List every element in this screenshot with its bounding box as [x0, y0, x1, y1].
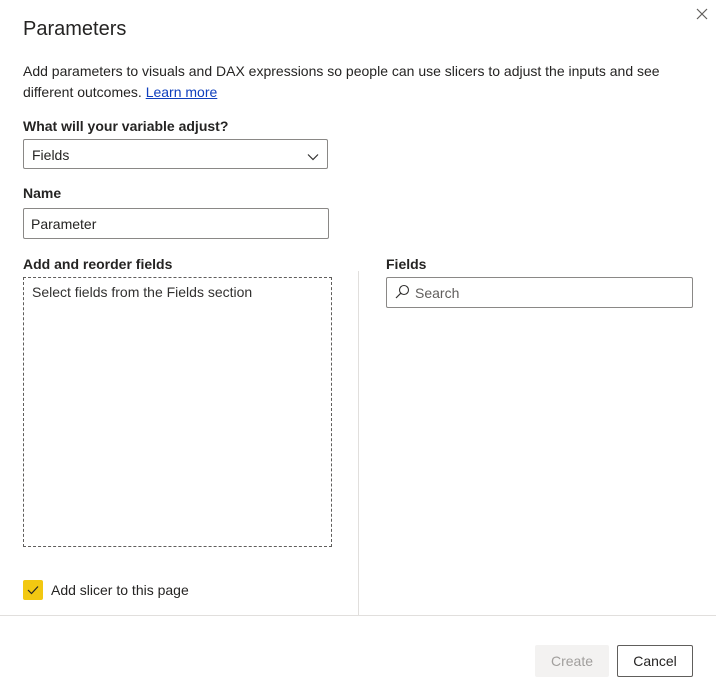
fields-label: Fields: [386, 256, 427, 272]
fields-search-input[interactable]: Search: [386, 277, 693, 308]
drop-zone-hint: Select fields from the Fields section: [32, 284, 253, 300]
name-input-value: Parameter: [31, 216, 97, 232]
dialog-description: Add parameters to visuals and DAX expres…: [23, 61, 693, 103]
add-slicer-checkbox[interactable]: [23, 580, 43, 600]
checkmark-icon: [27, 586, 39, 595]
create-button[interactable]: Create: [535, 645, 609, 677]
chevron-down-icon: [307, 149, 319, 161]
parameters-dialog: Parameters Add parameters to visuals and…: [0, 0, 716, 698]
learn-more-link[interactable]: Learn more: [146, 84, 218, 100]
footer-divider: [0, 615, 716, 616]
adjust-dropdown[interactable]: Fields: [23, 139, 328, 169]
adjust-dropdown-value: Fields: [32, 147, 70, 163]
description-text: Add parameters to visuals and DAX expres…: [23, 63, 660, 100]
name-label: Name: [23, 185, 62, 201]
fields-drop-zone[interactable]: Select fields from the Fields section: [23, 277, 332, 547]
cancel-button[interactable]: Cancel: [617, 645, 693, 677]
name-input[interactable]: Parameter: [23, 208, 329, 239]
search-icon: [394, 284, 410, 300]
adjust-label: What will your variable adjust?: [23, 118, 229, 134]
add-slicer-label[interactable]: Add slicer to this page: [51, 582, 189, 598]
reorder-fields-label: Add and reorder fields: [23, 256, 173, 272]
search-placeholder: Search: [415, 285, 460, 301]
vertical-divider: [358, 271, 359, 615]
dialog-title: Parameters: [23, 18, 127, 40]
close-icon[interactable]: [693, 5, 711, 23]
